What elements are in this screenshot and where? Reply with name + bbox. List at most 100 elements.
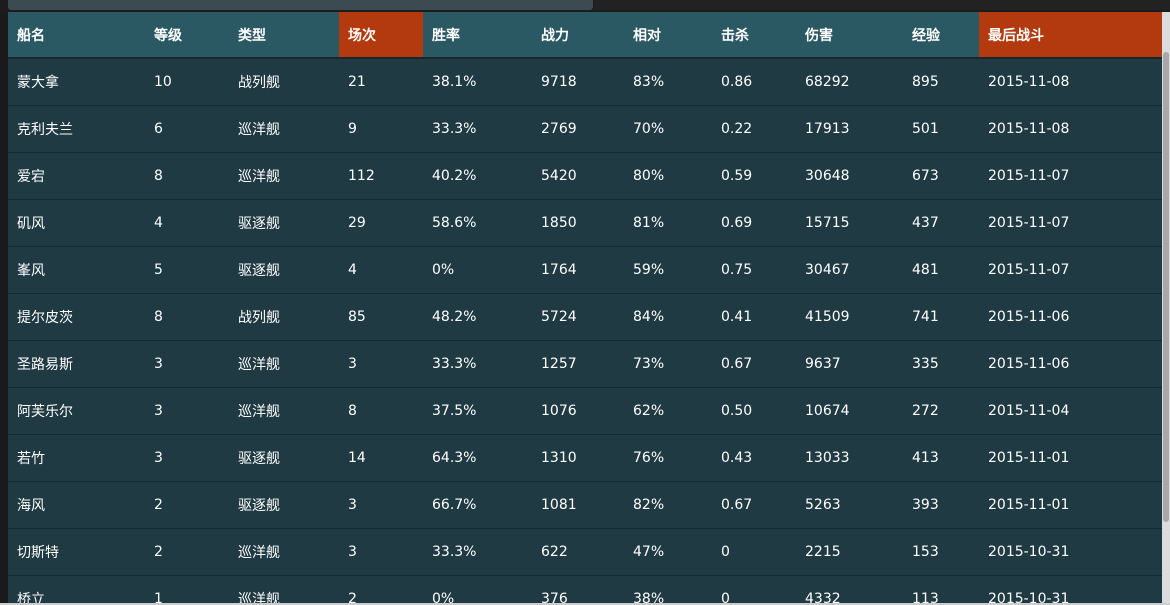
table-row[interactable]: 提尔皮茨 8 战列舰 85 48.2% 5724 84% 0.41 41509 741 2015-1…: [8, 293, 1162, 341]
table-row[interactable]: 阿芙乐尔 3 巡洋舰 8 37.5% 1076 62% 0.50 10674 272 2015-11…: [8, 387, 1162, 435]
cell-win-rate: 0%: [423, 246, 532, 294]
table-row[interactable]: 若竹 3 驱逐舰 14 64.3% 1310 76% 0.43 13033 413 2015-11-…: [8, 434, 1162, 482]
cell-ship-name: 克利夫兰: [8, 105, 145, 153]
cell-power: 5420: [532, 152, 624, 200]
ship-stats-table: 船名 等级 类型 场次 胜率 战力 相对 击杀 伤害 经验 最后战斗 蒙大拿 10 战列舰 21 38.1%…: [8, 12, 1162, 605]
cell-damage: 2215: [796, 528, 903, 576]
cell-kills: 0.67: [712, 481, 796, 529]
cell-battles: 3: [339, 528, 423, 576]
cell-win-rate: 48.2%: [423, 293, 532, 341]
cell-relative: 80%: [624, 152, 712, 200]
cell-type: 战列舰: [229, 58, 339, 106]
cell-ship-name: 若竹: [8, 434, 145, 482]
column-header-kills[interactable]: 击杀: [712, 12, 796, 59]
cell-damage: 41509: [796, 293, 903, 341]
cell-relative: 76%: [624, 434, 712, 482]
cell-last-battle: 2015-11-08: [979, 58, 1162, 106]
cell-power: 1076: [532, 387, 624, 435]
cell-win-rate: 64.3%: [423, 434, 532, 482]
cell-damage: 4332: [796, 575, 903, 605]
cell-ship-name: 蒙大拿: [8, 58, 145, 106]
ship-stats-table-container: 船名 等级 类型 场次 胜率 战力 相对 击杀 伤害 经验 最后战斗 蒙大拿 10 战列舰 21 38.1%…: [8, 12, 1162, 605]
cell-power: 1081: [532, 481, 624, 529]
cell-experience: 153: [903, 528, 979, 576]
column-header-last-battle[interactable]: 最后战斗: [979, 12, 1162, 59]
cell-type: 巡洋舰: [229, 387, 339, 435]
cell-damage: 17913: [796, 105, 903, 153]
top-tab-bar: [0, 0, 1170, 12]
cell-ship-name: 矶风: [8, 199, 145, 247]
cell-kills: 0: [712, 575, 796, 605]
column-header-experience[interactable]: 经验: [903, 12, 979, 59]
table-row[interactable]: 爱宕 8 巡洋舰 112 40.2% 5420 80% 0.59 30648 673 2015-11…: [8, 152, 1162, 200]
column-header-type[interactable]: 类型: [229, 12, 339, 59]
table-row[interactable]: 蒙大拿 10 战列舰 21 38.1% 9718 83% 0.86 68292 895 2015-1…: [8, 58, 1162, 106]
vertical-scrollbar[interactable]: [1162, 12, 1170, 605]
column-header-power[interactable]: 战力: [532, 12, 624, 59]
cell-power: 2769: [532, 105, 624, 153]
cell-relative: 62%: [624, 387, 712, 435]
cell-ship-name: 桥立: [8, 575, 145, 605]
cell-ship-name: 提尔皮茨: [8, 293, 145, 341]
column-header-relative[interactable]: 相对: [624, 12, 712, 59]
cell-last-battle: 2015-11-01: [979, 434, 1162, 482]
cell-battles: 29: [339, 199, 423, 247]
cell-damage: 68292: [796, 58, 903, 106]
table-row[interactable]: 切斯特 2 巡洋舰 3 33.3% 622 47% 0 2215 153 2015-10-31: [8, 528, 1162, 576]
cell-experience: 413: [903, 434, 979, 482]
cell-relative: 73%: [624, 340, 712, 388]
cell-win-rate: 66.7%: [423, 481, 532, 529]
table-row[interactable]: 矶风 4 驱逐舰 29 58.6% 1850 81% 0.69 15715 437 2015-11-…: [8, 199, 1162, 247]
cell-win-rate: 0%: [423, 575, 532, 605]
cell-experience: 673: [903, 152, 979, 200]
cell-ship-name: 海风: [8, 481, 145, 529]
cell-tier: 3: [145, 340, 229, 388]
cell-win-rate: 38.1%: [423, 58, 532, 106]
cell-experience: 741: [903, 293, 979, 341]
cell-kills: 0.69: [712, 199, 796, 247]
cell-damage: 30467: [796, 246, 903, 294]
cell-relative: 81%: [624, 199, 712, 247]
cell-experience: 481: [903, 246, 979, 294]
tab-active[interactable]: [8, 0, 593, 10]
table-row[interactable]: 克利夫兰 6 巡洋舰 9 33.3% 2769 70% 0.22 17913 501 2015-11…: [8, 105, 1162, 153]
cell-type: 驱逐舰: [229, 246, 339, 294]
cell-last-battle: 2015-11-07: [979, 246, 1162, 294]
cell-power: 1310: [532, 434, 624, 482]
cell-battles: 9: [339, 105, 423, 153]
cell-tier: 6: [145, 105, 229, 153]
cell-ship-name: 峯风: [8, 246, 145, 294]
cell-relative: 70%: [624, 105, 712, 153]
cell-power: 1764: [532, 246, 624, 294]
cell-power: 9718: [532, 58, 624, 106]
cell-last-battle: 2015-11-07: [979, 199, 1162, 247]
cell-tier: 5: [145, 246, 229, 294]
table-row[interactable]: 圣路易斯 3 巡洋舰 3 33.3% 1257 73% 0.67 9637 335 2015-11-…: [8, 340, 1162, 388]
table-row[interactable]: 峯风 5 驱逐舰 4 0% 1764 59% 0.75 30467 481 2015-11-07: [8, 246, 1162, 294]
cell-last-battle: 2015-11-04: [979, 387, 1162, 435]
cell-damage: 10674: [796, 387, 903, 435]
cell-last-battle: 2015-10-31: [979, 528, 1162, 576]
column-header-battles[interactable]: 场次: [339, 12, 423, 59]
scrollbar-thumb[interactable]: [1163, 52, 1169, 522]
cell-ship-name: 切斯特: [8, 528, 145, 576]
column-header-tier[interactable]: 等级: [145, 12, 229, 59]
table-header-row: 船名 等级 类型 场次 胜率 战力 相对 击杀 伤害 经验 最后战斗: [8, 12, 1162, 59]
cell-battles: 8: [339, 387, 423, 435]
cell-battles: 112: [339, 152, 423, 200]
column-header-win-rate[interactable]: 胜率: [423, 12, 532, 59]
cell-damage: 30648: [796, 152, 903, 200]
cell-experience: 335: [903, 340, 979, 388]
cell-ship-name: 阿芙乐尔: [8, 387, 145, 435]
table-row[interactable]: 海风 2 驱逐舰 3 66.7% 1081 82% 0.67 5263 393 2015-11-01: [8, 481, 1162, 529]
cell-damage: 9637: [796, 340, 903, 388]
column-header-damage[interactable]: 伤害: [796, 12, 903, 59]
cell-tier: 4: [145, 199, 229, 247]
cell-battles: 85: [339, 293, 423, 341]
table-row[interactable]: 桥立 1 巡洋舰 2 0% 376 38% 0 4332 113 2015-10-31: [8, 575, 1162, 605]
column-header-ship-name[interactable]: 船名: [8, 12, 145, 59]
cell-type: 巡洋舰: [229, 152, 339, 200]
tab-inactive[interactable]: [594, 0, 1170, 10]
cell-experience: 501: [903, 105, 979, 153]
cell-experience: 895: [903, 58, 979, 106]
